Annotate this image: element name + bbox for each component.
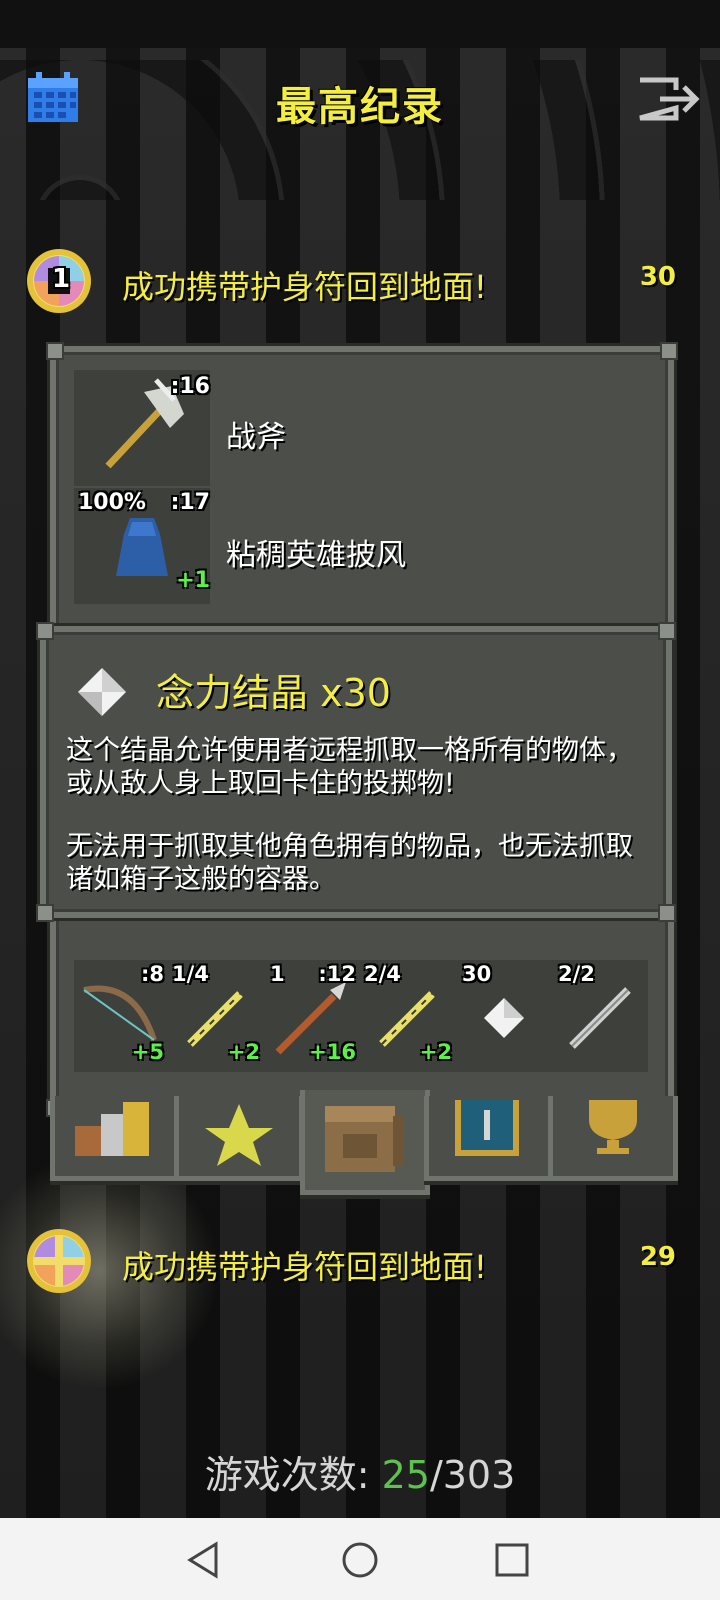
back-icon[interactable] [184, 1540, 224, 1580]
quickslot-bar: :8 +5 1/4 +2 1 :12 +16 2/4 +2 30 2/2 [74, 960, 648, 1072]
quickslot[interactable]: 2/4 +2 [362, 960, 454, 1072]
armor-slot[interactable]: 100% :17 +1 [74, 488, 210, 604]
tooltip-corner [658, 904, 676, 922]
amulet-medal-icon [24, 1226, 94, 1296]
tooltip-corner [36, 622, 54, 640]
armor-name: 粘稠英雄披风 [226, 538, 406, 573]
tooltip-description: 这个结晶允许使用者远程抓取一格所有的物体，或从敌人身上取回卡住的投掷物! [66, 735, 633, 799]
quickslot-bonus: +5 [131, 1040, 164, 1064]
quickslot-count: 1 [270, 962, 285, 986]
quickslot[interactable]: :8 +5 [74, 960, 166, 1072]
record-text: 成功携带护身符回到地面! [122, 268, 487, 306]
item-tooltip: 念力结晶 x30 这个结晶允许使用者远程抓取一格所有的物体，或从敌人身上取回卡住… [36, 622, 676, 922]
quickslot[interactable]: 2/2 [554, 960, 646, 1072]
page-title: 最高纪录 [276, 84, 444, 130]
panel-corner [46, 342, 64, 360]
quickslot-charges: 2/2 [558, 962, 595, 986]
armor-level: :17 [170, 490, 210, 515]
armor-bonus: +1 [176, 568, 210, 593]
quickslot[interactable]: 1 :12 +16 [266, 960, 358, 1072]
stats-icon [75, 1102, 149, 1156]
recents-icon[interactable] [492, 1540, 532, 1580]
system-nav-bar [0, 1518, 720, 1600]
quickslot[interactable]: 30 [458, 960, 550, 1072]
games-played: 游戏次数: 25/303 [0, 1444, 720, 1499]
tooltip-title: 念力结晶 x30 [156, 671, 391, 715]
star-icon [205, 1104, 273, 1166]
tooltip-description: 无法用于抓取其他角色拥有的物品，也无法抓取诸如箱子这般的容器。 [66, 831, 633, 895]
medal-number: 1 [52, 264, 71, 294]
tab-records[interactable] [548, 1096, 678, 1181]
tab-badges[interactable] [174, 1096, 304, 1181]
weapon-name: 战斧 [226, 420, 286, 455]
record-row[interactable]: 成功携带护身符回到地面! 29 [0, 1220, 720, 1300]
games-label: 游戏次数: [204, 1453, 370, 1497]
weapon-level: :16 [170, 374, 210, 399]
home-icon[interactable] [340, 1540, 380, 1580]
backpack-icon [325, 1106, 403, 1172]
games-total: /303 [429, 1453, 516, 1497]
quickslot-count: 30 [462, 962, 492, 986]
record-row[interactable]: 1 成功携带护身符回到地面! 30 [0, 244, 720, 324]
tab-spells[interactable] [424, 1096, 554, 1181]
tooltip-corner [36, 904, 54, 922]
record-score: 29 [639, 1242, 676, 1272]
quickslot-bonus: +2 [227, 1040, 260, 1064]
games-current: 25 [381, 1453, 430, 1497]
record-text: 成功携带护身符回到地面! [122, 1248, 487, 1286]
record-score: 30 [639, 262, 676, 292]
tab-backpack[interactable] [300, 1090, 430, 1195]
trophy-icon [589, 1100, 637, 1154]
quickslot-charges: 2/4 [364, 962, 401, 986]
amulet-medal-icon: 1 [24, 246, 94, 316]
armor-durability: 100% [78, 490, 146, 515]
tooltip-corner [658, 622, 676, 640]
quickslot-bonus: +16 [309, 1040, 356, 1064]
exit-icon[interactable] [636, 76, 702, 122]
status-bar [0, 0, 720, 48]
weapon-slot[interactable]: :16 [74, 370, 210, 486]
crystal-icon [78, 668, 126, 716]
quickslot-level: :8 [140, 962, 164, 986]
quickslot-level: :12 [318, 962, 356, 986]
quickslot[interactable]: 1/4 +2 [170, 960, 262, 1072]
quickslot-bonus: +2 [419, 1040, 452, 1064]
spellbook-icon [455, 1100, 519, 1156]
tab-stats[interactable] [50, 1096, 180, 1181]
panel-corner [660, 342, 678, 360]
quickslot-charges: 1/4 [172, 962, 209, 986]
